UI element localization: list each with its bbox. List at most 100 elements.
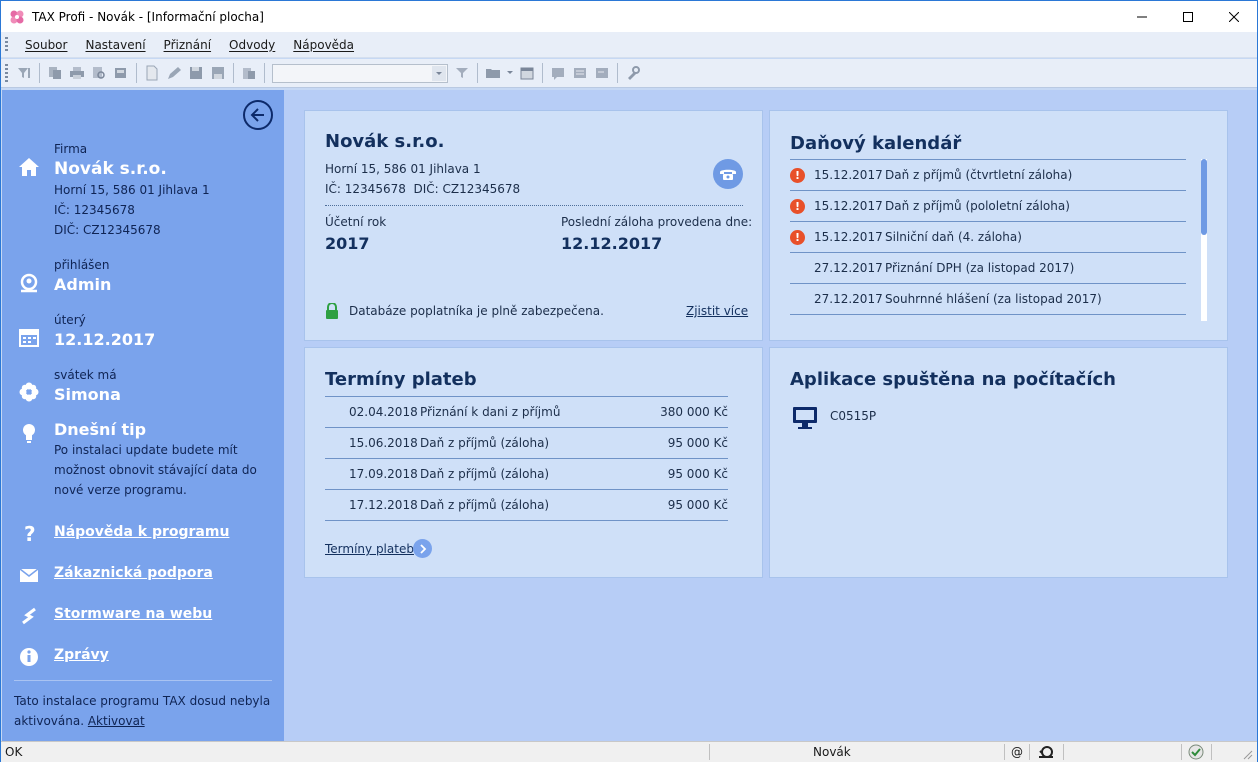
payment-row[interactable]: 15.06.2018 Daň z příjmů (záloha) 95 000 Kč bbox=[325, 428, 728, 459]
paste-icon bbox=[243, 68, 255, 79]
toolbar-separator bbox=[39, 63, 40, 83]
accounting-year: 2017 bbox=[325, 234, 370, 253]
toolbar-separator bbox=[264, 63, 265, 83]
notes-button[interactable] bbox=[592, 63, 612, 83]
stormware-icon bbox=[22, 607, 36, 625]
export-button[interactable] bbox=[111, 63, 131, 83]
payments-more-button[interactable] bbox=[413, 539, 432, 558]
status-separator bbox=[1181, 744, 1182, 760]
sidebar-link-support[interactable]: Zákaznická podpora bbox=[18, 565, 274, 587]
menu-soubor[interactable]: Soubor bbox=[16, 38, 76, 52]
calendar-row[interactable]: ! 15.12.2017 Silniční daň (4. záloha) bbox=[790, 222, 1186, 253]
payment-amount: 95 000 Kč bbox=[667, 498, 728, 512]
status-separator bbox=[1029, 744, 1030, 760]
calendar-icon bbox=[520, 67, 534, 80]
filter-combo[interactable] bbox=[272, 63, 448, 83]
support-link[interactable]: Zákaznická podpora bbox=[54, 565, 213, 581]
toolbar-separator bbox=[477, 63, 478, 83]
calendar-scrollbar-thumb[interactable] bbox=[1201, 159, 1207, 235]
list-icon bbox=[574, 68, 586, 78]
sidebar-svatek: svátek má Simona bbox=[18, 368, 274, 408]
payment-date: 15.06.2018 bbox=[349, 436, 418, 450]
paste-button[interactable] bbox=[239, 63, 259, 83]
calendar-scrollbar[interactable] bbox=[1201, 159, 1207, 321]
menu-nastaveni[interactable]: Nastavení bbox=[76, 38, 154, 52]
activation-notice: Tato instalace programu TAX dosud nebyla… bbox=[14, 691, 274, 731]
dashboard: Novák s.r.o. Horní 15, 586 01 Jihlava 1 … bbox=[284, 90, 1257, 741]
company-name: Novák s.r.o. bbox=[325, 131, 445, 152]
new-button[interactable] bbox=[142, 63, 162, 83]
last-payment-date: 12.12.2017 bbox=[561, 234, 663, 253]
save-all-icon bbox=[212, 67, 224, 79]
calendar-button[interactable] bbox=[517, 63, 537, 83]
monitor-icon bbox=[793, 407, 817, 429]
svatek-name: Simona bbox=[54, 385, 121, 404]
close-button[interactable] bbox=[1211, 1, 1257, 32]
activate-link[interactable]: Aktivovat bbox=[88, 714, 145, 728]
svatek-label: svátek má bbox=[54, 368, 117, 382]
minimize-icon bbox=[1137, 16, 1147, 17]
calendar-row[interactable]: ! 15.12.2017 Daň z příjmů (čtvrtletní zálo… bbox=[790, 160, 1186, 191]
minimize-button[interactable] bbox=[1119, 1, 1165, 32]
user-icon bbox=[20, 273, 38, 293]
status-user: Novák bbox=[813, 745, 851, 759]
save-all-button[interactable] bbox=[208, 63, 228, 83]
maximize-button[interactable] bbox=[1165, 1, 1211, 32]
toolbar-grip[interactable] bbox=[5, 64, 8, 82]
status-separator bbox=[1004, 744, 1005, 760]
tools-button[interactable] bbox=[623, 63, 643, 83]
edit-button[interactable] bbox=[164, 63, 184, 83]
calendar-row[interactable]: ! 15.12.2017 Daň z příjmů (pololetní záloh… bbox=[790, 191, 1186, 222]
snail-icon[interactable] bbox=[1037, 745, 1055, 759]
news-link[interactable]: Zprávy bbox=[54, 647, 109, 663]
copy-icon bbox=[49, 67, 61, 79]
toolbar-separator bbox=[233, 63, 234, 83]
menu-napoveda[interactable]: Nápověda bbox=[284, 38, 363, 52]
close-icon bbox=[1229, 11, 1239, 22]
email-status[interactable]: @ bbox=[1011, 745, 1023, 759]
payment-row[interactable]: 17.12.2018 Daň z příjmů (záloha) 95 000 Kč bbox=[325, 490, 728, 521]
message-button[interactable] bbox=[548, 63, 568, 83]
menu-odvody[interactable]: Odvody bbox=[220, 38, 284, 52]
phone-button[interactable] bbox=[713, 159, 743, 189]
list-button[interactable] bbox=[570, 63, 590, 83]
copy-button[interactable] bbox=[45, 63, 65, 83]
calendar-date: 15.12.2017 bbox=[814, 230, 883, 244]
print-preview-button[interactable] bbox=[89, 63, 109, 83]
security-more-link[interactable]: Zjistit více bbox=[686, 304, 748, 318]
menu-grip[interactable] bbox=[5, 36, 8, 53]
save-button[interactable] bbox=[186, 63, 206, 83]
web-link[interactable]: Stormware na webu bbox=[54, 606, 212, 622]
message-icon bbox=[552, 68, 564, 80]
status-separator bbox=[1211, 744, 1212, 760]
filter-button[interactable] bbox=[452, 63, 472, 83]
sidebar-link-news[interactable]: Zprávy bbox=[18, 647, 274, 669]
toolbar-separator bbox=[617, 63, 618, 83]
payment-row[interactable]: 17.09.2018 Daň z příjmů (záloha) 95 000 Kč bbox=[325, 459, 728, 490]
maximize-icon bbox=[1183, 11, 1193, 22]
folder-button[interactable] bbox=[483, 63, 503, 83]
firma-label: Firma bbox=[54, 142, 88, 156]
home-icon bbox=[19, 158, 39, 176]
menu-priznani[interactable]: Přiznání bbox=[155, 38, 221, 52]
calendar-text: Daň z příjmů (čtvrtletní záloha) bbox=[885, 168, 1073, 182]
tip-line: nové verze programu. bbox=[54, 483, 187, 497]
status-text: OK bbox=[5, 745, 23, 759]
calendar-row[interactable]: 27.12.2017 Přiznání DPH (za listopad 2017… bbox=[790, 253, 1186, 284]
resize-grip-icon[interactable] bbox=[1241, 748, 1253, 760]
window-title: TAX Profi - Novák - [Informační plocha] bbox=[32, 9, 264, 24]
collapse-sidebar-button[interactable] bbox=[243, 100, 273, 130]
filter-clear-button[interactable] bbox=[14, 63, 34, 83]
payment-row[interactable]: 02.04.2018 Přiznání k dani z příjmů 380 00… bbox=[325, 397, 728, 428]
payments-link[interactable]: Termíny plateb bbox=[325, 542, 414, 556]
sidebar-link-web[interactable]: Stormware na webu bbox=[18, 606, 274, 628]
check-circle-icon[interactable] bbox=[1188, 744, 1204, 760]
app-window: TAX Profi - Novák - [Informační plocha] … bbox=[0, 0, 1258, 762]
chevron-down-icon[interactable] bbox=[432, 65, 446, 81]
app-logo-icon bbox=[10, 10, 24, 23]
folder-dropdown-button[interactable] bbox=[505, 63, 515, 83]
sidebar-link-help[interactable]: ? Nápověda k programu bbox=[18, 523, 274, 546]
help-link[interactable]: Nápověda k programu bbox=[54, 524, 229, 540]
print-button[interactable] bbox=[67, 63, 87, 83]
calendar-row[interactable]: 27.12.2017 Souhrnné hlášení (za listopad … bbox=[790, 284, 1186, 315]
